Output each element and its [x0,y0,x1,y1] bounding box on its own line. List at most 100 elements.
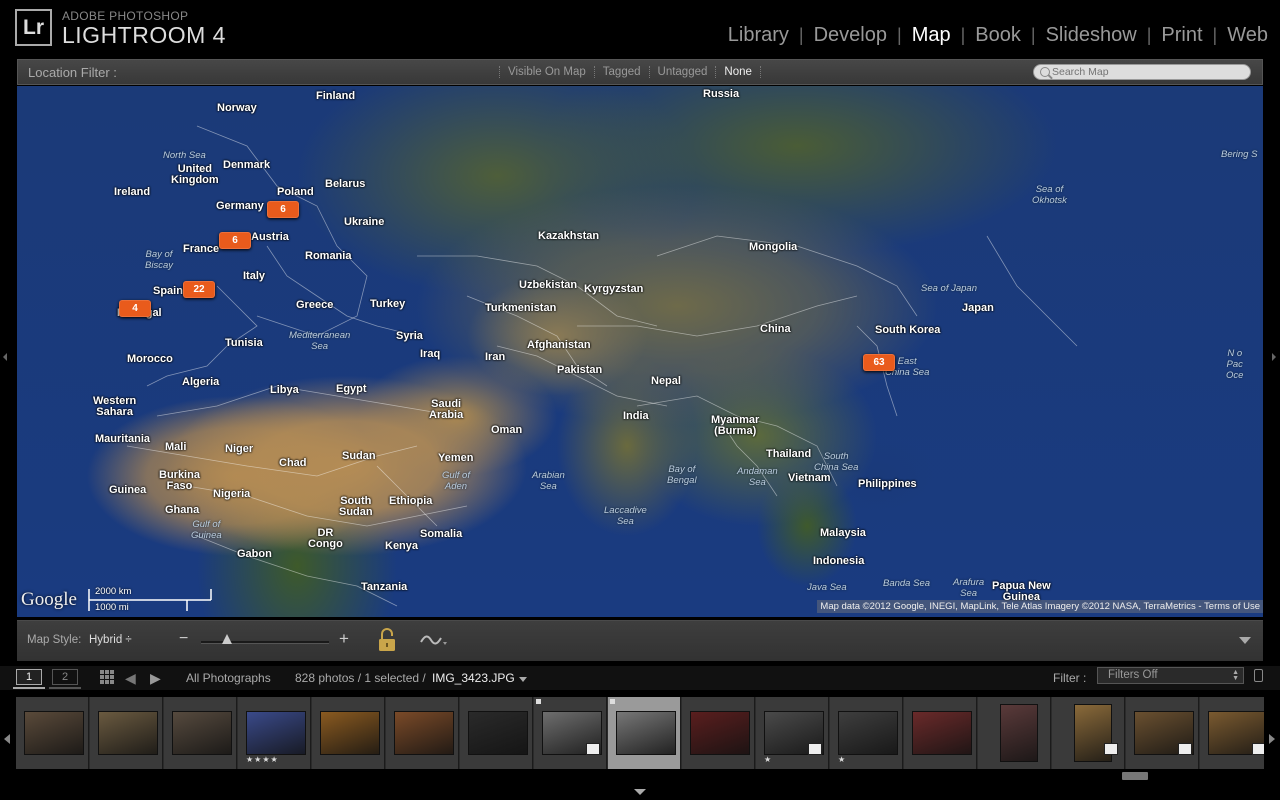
map-label-mali: Mali [165,441,187,453]
module-slideshow[interactable]: Slideshow [1046,24,1137,47]
location-filter-none[interactable]: None [715,66,761,78]
photo-thumbnail[interactable] [320,711,380,755]
photo-thumbnail[interactable] [468,711,528,755]
filter-lock-icon[interactable] [1254,669,1263,682]
forward-arrow-icon[interactable]: ▶ [150,670,161,687]
filmstrip-cell[interactable]: ★ [830,697,903,769]
zoom-out-button[interactable]: − [179,630,188,648]
photo-thumbnail[interactable] [394,711,454,755]
photo-thumbnail[interactable] [838,711,898,755]
map-label-india: India [623,410,649,422]
filmstrip-source[interactable]: All Photographs [186,671,271,685]
photo-thumbnail[interactable] [616,711,676,755]
filmstrip-cell[interactable] [386,697,459,769]
filmstrip-cell[interactable]: ★★★★ [238,697,311,769]
metadata-badge-icon[interactable] [808,743,822,755]
photo-thumbnail[interactable] [172,711,232,755]
filmstrip-cell[interactable] [682,697,755,769]
map-label-libya: Libya [270,384,299,396]
location-filter-visible-on-map[interactable]: Visible On Map [499,66,594,78]
map-view[interactable]: Finland Norway Russia North Sea Denmark Unite… [17,86,1263,617]
metadata-badge-icon[interactable] [586,743,600,755]
search-map-box[interactable] [1033,64,1251,80]
selected-filename[interactable]: IMG_3423.JPG [432,671,515,685]
filmstrip-cell[interactable] [1052,697,1125,769]
module-map[interactable]: Map [912,24,951,47]
metadata-badge-icon[interactable] [1104,743,1118,755]
filmstrip-cell[interactable] [16,697,89,769]
metadata-badge-icon[interactable] [1252,743,1264,755]
metadata-badge-icon[interactable] [1178,743,1192,755]
location-filter-untagged[interactable]: Untagged [648,66,716,78]
filmstrip-cell[interactable] [1126,697,1199,769]
photo-pin-germany[interactable]: 6 [267,201,299,218]
filmstrip-cell[interactable] [978,697,1051,769]
bottom-panel-toggle-icon[interactable] [634,789,646,795]
grid-view-icon[interactable] [100,670,114,684]
star-rating: ★★★★ [246,755,279,764]
module-book[interactable]: Book [975,24,1021,47]
module-separator: | [897,25,902,45]
main-window-button[interactable]: 1 [13,669,45,689]
filmstrip-cell[interactable] [312,697,385,769]
lightroom-logo: Lr [15,9,52,46]
map-label-n-o-pac-oce: N o Pac Oce [1226,348,1244,381]
filmstrip-cell[interactable] [460,697,533,769]
filmstrip-cell[interactable] [904,697,977,769]
back-arrow-icon[interactable]: ◀ [125,670,136,687]
module-print[interactable]: Print [1161,24,1202,47]
photo-thumbnail[interactable] [246,711,306,755]
map-label-finland: Finland [316,90,356,102]
map-label-oman: Oman [491,424,523,436]
filmstrip-cell[interactable] [1200,697,1264,769]
filmstrip-cell[interactable] [608,697,681,769]
search-icon [1040,67,1050,77]
zoom-slider-thumb[interactable] [221,634,232,644]
zoom-slider-track[interactable] [201,641,329,644]
module-library[interactable]: Library [728,24,789,47]
filmstrip[interactable]: ★★★★ ★ ★ [16,697,1264,769]
map-label-sea-of-okhotsk: Sea of Okhotsk [1032,184,1067,206]
filter-select-value: Filters Off [1108,669,1158,681]
filmstrip-cell[interactable] [534,697,607,769]
module-develop[interactable]: Develop [814,24,887,47]
location-filter-tagged[interactable]: Tagged [593,66,649,78]
filmstrip-cell[interactable]: ★ [756,697,829,769]
location-filter-label: Location Filter : [28,65,117,80]
photo-thumbnail[interactable] [912,711,972,755]
map-label-greece: Greece [296,299,334,311]
search-map-input[interactable] [1052,65,1242,79]
map-attribution[interactable]: Map data ©2012 Google, INEGI, MapLink, T… [817,600,1263,613]
zoom-in-button[interactable]: + [339,629,349,649]
module-separator: | [798,25,804,45]
right-panel-toggle-icon[interactable] [1272,353,1276,361]
filter-select[interactable]: Filters Off ▲ ▼ [1097,667,1244,684]
filmstrip-scrollbar-thumb[interactable] [1122,772,1148,780]
filmstrip-cell[interactable] [164,697,237,769]
photo-thumbnail[interactable] [98,711,158,755]
filmstrip-scroll-left-icon[interactable] [4,734,10,744]
map-label-ireland: Ireland [114,186,151,198]
filmstrip-cell[interactable] [90,697,163,769]
map-label-romania: Romania [305,250,352,262]
left-panel-toggle-icon[interactable] [3,353,7,361]
module-web[interactable]: Web [1227,24,1268,47]
filmstrip-scroll-right-icon[interactable] [1269,734,1275,744]
photo-pin-spain[interactable]: 22 [183,281,215,298]
tracklog-icon[interactable] [419,631,449,649]
photo-thumbnail[interactable] [1000,704,1038,762]
map-label-kyrgyzstan: Kyrgyzstan [584,283,644,295]
lock-markers-icon[interactable] [378,627,396,653]
photo-pin-east-china[interactable]: 63 [863,354,895,371]
photo-pin-portugal[interactable]: 4 [119,300,151,317]
photo-thumbnail[interactable] [690,711,750,755]
map-label-nigeria: Nigeria [213,488,251,500]
photo-thumbnail[interactable] [24,711,84,755]
map-label-burkina-faso: Burkina Faso [159,469,200,492]
toolbar-content-menu-icon[interactable] [1239,637,1251,644]
map-style-select[interactable]: Hybrid ÷ [89,634,132,646]
map-label-iraq: Iraq [420,348,441,360]
second-window-button[interactable]: 2 [49,669,81,689]
photo-pin-france[interactable]: 6 [219,232,251,249]
chevron-down-icon[interactable] [519,677,527,682]
